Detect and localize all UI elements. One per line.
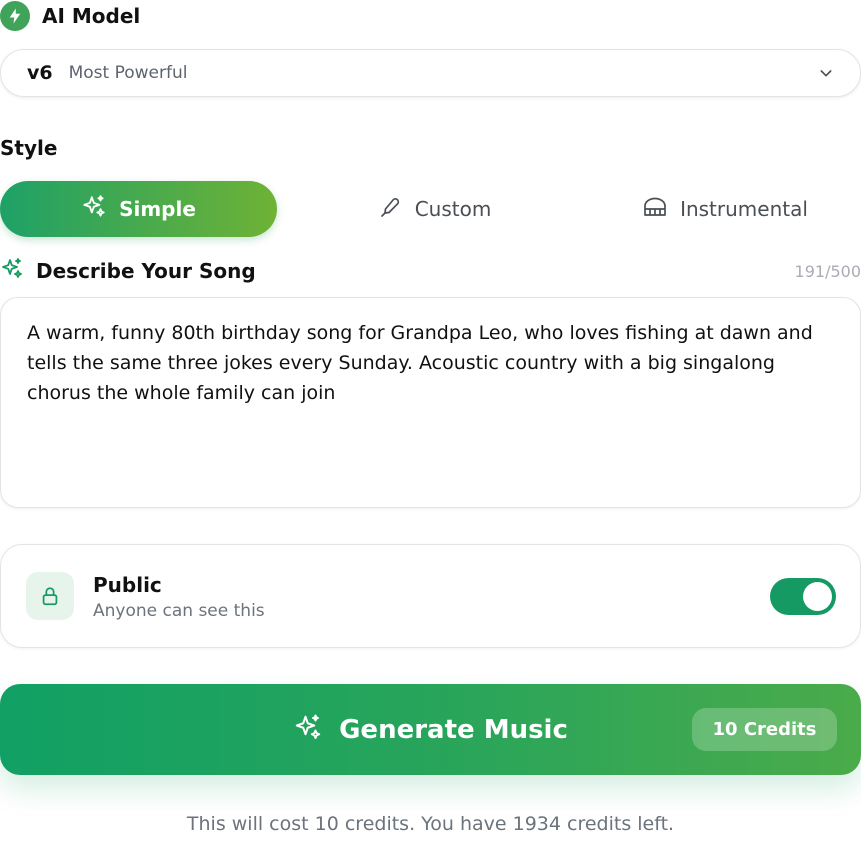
tab-simple-label: Simple xyxy=(119,197,196,221)
bolt-icon xyxy=(0,1,30,31)
tab-custom-label: Custom xyxy=(414,197,492,221)
credits-badge: 10 Credits xyxy=(692,708,837,751)
sparkles-icon xyxy=(293,713,323,747)
ai-model-label: AI Model xyxy=(42,4,141,28)
sparkles-icon xyxy=(81,194,107,225)
public-toggle[interactable] xyxy=(770,578,836,615)
char-count: 191/500 xyxy=(794,261,861,281)
describe-header: Describe Your Song 191/500 xyxy=(0,257,861,285)
model-version: v6 xyxy=(27,62,53,84)
lock-icon xyxy=(26,572,74,620)
tab-instrumental-label: Instrumental xyxy=(680,197,808,221)
visibility-title: Public xyxy=(93,573,162,597)
ai-model-header: AI Model xyxy=(0,1,141,31)
describe-label: Describe Your Song xyxy=(36,259,256,283)
song-description-box: A warm, funny 80th birthday song for Gra… xyxy=(0,297,861,508)
model-select[interactable]: v6 Most Powerful xyxy=(0,49,861,97)
toggle-knob xyxy=(803,582,832,611)
sparkles-icon xyxy=(0,257,24,285)
music-generator-panel: AI Model v6 Most Powerful Style Simple C… xyxy=(0,0,861,842)
chevron-down-icon xyxy=(818,65,834,81)
model-description: Most Powerful xyxy=(68,63,188,83)
piano-icon xyxy=(642,195,668,224)
tab-instrumental[interactable]: Instrumental xyxy=(620,181,830,237)
generate-music-button[interactable]: Generate Music 10 Credits xyxy=(0,684,861,775)
song-description-input[interactable]: A warm, funny 80th birthday song for Gra… xyxy=(27,318,834,487)
tab-custom[interactable]: Custom xyxy=(340,181,530,237)
visibility-card: Public Anyone can see this xyxy=(0,544,861,648)
style-label: Style xyxy=(0,136,58,160)
generate-label: Generate Music xyxy=(339,714,568,745)
visibility-subtitle: Anyone can see this xyxy=(93,601,265,621)
cost-note: This will cost 10 credits. You have 1934… xyxy=(186,813,675,835)
tab-simple[interactable]: Simple xyxy=(0,181,277,237)
style-tabs: Simple Custom Instrumental xyxy=(0,181,861,237)
pen-icon xyxy=(379,195,403,224)
